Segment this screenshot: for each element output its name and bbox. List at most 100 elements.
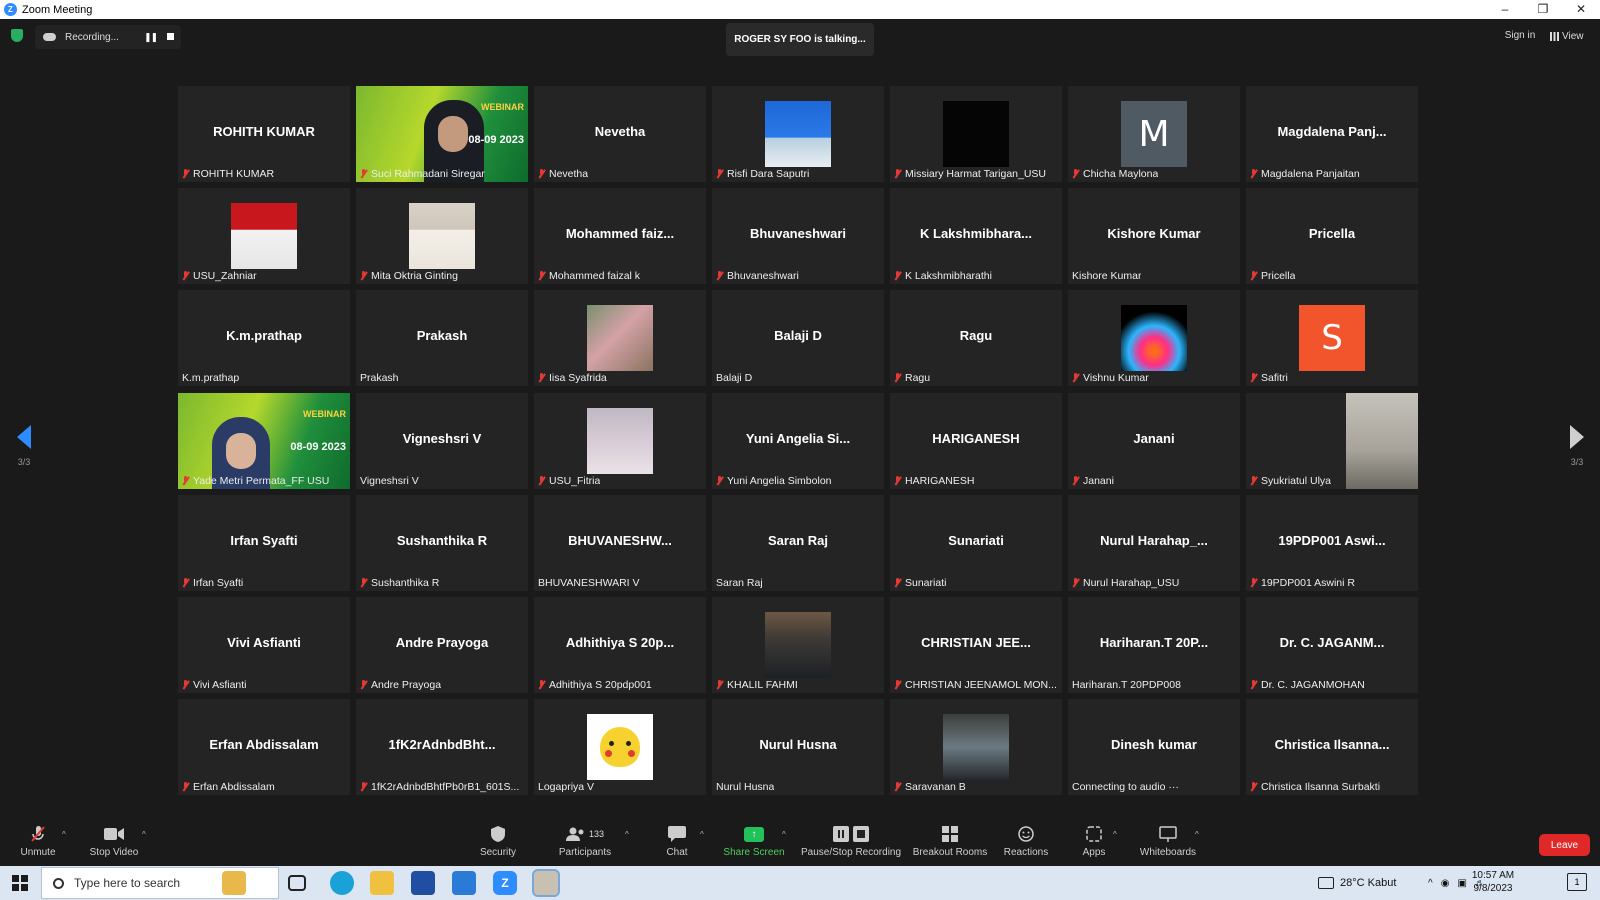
breakout-rooms-button[interactable]: Breakout Rooms xyxy=(913,824,987,864)
unmute-button[interactable]: Unmute xyxy=(18,824,58,864)
mail-icon[interactable] xyxy=(452,871,476,895)
previous-page-button[interactable]: 3/3 xyxy=(9,425,39,475)
reactions-button[interactable]: Reactions xyxy=(1004,824,1048,864)
restore-icon[interactable]: ❐ xyxy=(1524,0,1562,19)
participant-name-label: USU_Fitria xyxy=(538,474,600,487)
share-screen-button[interactable]: ↑ Share Screen xyxy=(723,824,785,864)
participant-tile[interactable]: Nurul Husna Nurul Husna xyxy=(712,699,884,795)
participant-tile[interactable]: Nevetha Nevetha xyxy=(534,86,706,182)
participant-tile[interactable]: Vivi Asfianti Vivi Asfianti xyxy=(178,597,350,693)
apps-options-caret[interactable]: ^ xyxy=(1113,830,1117,839)
participant-tile[interactable]: Erfan Abdissalam Erfan Abdissalam xyxy=(178,699,350,795)
participant-tile[interactable]: Ragu Ragu xyxy=(890,290,1062,386)
participant-tile[interactable]: Dinesh kumar Connecting to audio ··· xyxy=(1068,699,1240,795)
participant-tile[interactable]: Syukriatul Ulya xyxy=(1246,393,1418,489)
participant-tile[interactable]: Janani Janani xyxy=(1068,393,1240,489)
participant-tile[interactable]: Sunariati Sunariati xyxy=(890,495,1062,591)
muted-mic-icon xyxy=(716,168,723,179)
participant-name-label: Mita Oktria Ginting xyxy=(360,269,458,282)
participants-options-caret[interactable]: ^ xyxy=(625,830,629,839)
participant-tile[interactable]: USU_Fitria xyxy=(534,393,706,489)
participant-tile[interactable]: Logapriya V xyxy=(534,699,706,795)
participant-tile[interactable]: HARIGANESH HARIGANESH xyxy=(890,393,1062,489)
participant-tile[interactable]: USU_Zahniar xyxy=(178,188,350,284)
share-options-caret[interactable]: ^ xyxy=(782,830,786,839)
pause-recording-icon[interactable]: ❚❚ xyxy=(144,32,158,43)
microsoft-store-icon[interactable] xyxy=(411,871,435,895)
search-highlight-icon[interactable] xyxy=(222,871,246,895)
participant-tile[interactable]: ROHITH KUMAR ROHITH KUMAR xyxy=(178,86,350,182)
task-view-icon[interactable] xyxy=(288,875,306,891)
whiteboards-button[interactable]: Whiteboards xyxy=(1138,824,1198,864)
sign-in-link[interactable]: Sign in xyxy=(1497,28,1543,44)
participant-tile[interactable]: Mohammed faiz... Mohammed faizal k xyxy=(534,188,706,284)
participant-tile[interactable]: S Safitri xyxy=(1246,290,1418,386)
video-options-caret[interactable]: ^ xyxy=(142,830,146,839)
chat-label: Chat xyxy=(666,847,688,858)
weather-widget[interactable]: 28°C Kabut xyxy=(1318,866,1396,900)
security-button[interactable]: Security xyxy=(478,824,518,864)
participant-tile[interactable]: Balaji D Balaji D xyxy=(712,290,884,386)
participant-avatar xyxy=(409,203,475,269)
stop-video-button[interactable]: Stop Video xyxy=(88,824,140,864)
participant-tile[interactable]: Missiary Harmat Tarigan_USU xyxy=(890,86,1062,182)
participant-tile[interactable]: K.m.prathap K.m.prathap xyxy=(178,290,350,386)
participant-tile[interactable]: K Lakshmibhara... K Lakshmibharathi xyxy=(890,188,1062,284)
participant-tile[interactable]: Adhithiya S 20p... Adhithiya S 20pdp001 xyxy=(534,597,706,693)
participant-tile[interactable]: Dr. C. JAGANM... Dr. C. JAGANMOHAN xyxy=(1246,597,1418,693)
whiteboards-options-caret[interactable]: ^ xyxy=(1195,830,1199,839)
leave-button[interactable]: Leave xyxy=(1539,834,1590,856)
participant-tile[interactable]: Prakash Prakash xyxy=(356,290,528,386)
participant-tile[interactable]: Mita Oktria Ginting xyxy=(356,188,528,284)
chat-button[interactable]: Chat xyxy=(662,824,692,864)
audio-options-caret[interactable]: ^ xyxy=(62,830,66,839)
participant-tile[interactable]: Vishnu Kumar xyxy=(1068,290,1240,386)
participant-tile[interactable]: Saravanan B xyxy=(890,699,1062,795)
participant-tile[interactable]: Irfan Syafti Irfan Syafti xyxy=(178,495,350,591)
participant-tile[interactable]: 19PDP001 Aswi... 19PDP001 Aswini R xyxy=(1246,495,1418,591)
apps-button[interactable]: Apps xyxy=(1080,824,1108,864)
close-icon[interactable]: ✕ xyxy=(1562,0,1600,19)
participant-tile[interactable]: Kishore Kumar Kishore Kumar xyxy=(1068,188,1240,284)
view-button[interactable]: View xyxy=(1550,28,1592,44)
participant-tile[interactable]: 1fK2rAdnbdBht... 1fK2rAdnbdBhtfPb0rB1_601… xyxy=(356,699,528,795)
participant-tile[interactable]: Pricella Pricella xyxy=(1246,188,1418,284)
participant-display-name: CHRISTIAN JEE... xyxy=(921,635,1031,650)
active-window-icon[interactable] xyxy=(532,869,560,897)
participant-tile[interactable]: Christica Ilsanna... Christica Ilsanna Su… xyxy=(1246,699,1418,795)
participants-button[interactable]: 133 Participants xyxy=(558,824,612,864)
security-shield-icon[interactable] xyxy=(11,29,23,42)
edge-browser-icon[interactable] xyxy=(330,871,354,895)
participant-tile[interactable]: Saran Raj Saran Raj xyxy=(712,495,884,591)
participant-tile[interactable]: KHALIL FAHMI xyxy=(712,597,884,693)
participant-tile[interactable]: CHRISTIAN JEE... CHRISTIAN JEENAMOL MON..… xyxy=(890,597,1062,693)
participant-tile[interactable]: Vigneshsri V Vigneshsri V xyxy=(356,393,528,489)
notification-center-icon[interactable]: 1 xyxy=(1567,873,1587,891)
camera-tray-icon[interactable]: ◉ xyxy=(1441,878,1450,889)
zoom-taskbar-icon[interactable]: Z xyxy=(493,871,517,895)
windows-start-icon[interactable] xyxy=(12,875,28,891)
participant-tile[interactable]: Risfi Dara Saputri xyxy=(712,86,884,182)
minimize-icon[interactable]: – xyxy=(1486,0,1524,19)
participant-tile[interactable]: Hariharan.T 20P... Hariharan.T 20PDP008 xyxy=(1068,597,1240,693)
file-explorer-icon[interactable] xyxy=(370,871,394,895)
participant-tile[interactable]: M Chicha Maylona xyxy=(1068,86,1240,182)
next-page-button[interactable]: 3/3 xyxy=(1562,425,1592,475)
chat-options-caret[interactable]: ^ xyxy=(700,830,704,839)
participant-tile[interactable]: Iisa Syafrida xyxy=(534,290,706,386)
tray-overflow-icon[interactable]: ^ xyxy=(1428,878,1433,889)
participant-tile[interactable]: BHUVANESHW... BHUVANESHWARI V xyxy=(534,495,706,591)
participant-tile[interactable]: Sushanthika R Sushanthika R xyxy=(356,495,528,591)
webinar-date-text: 08-09 2023 xyxy=(290,441,346,453)
shield-icon xyxy=(491,824,505,844)
participant-tile[interactable]: WEBINAR 08-09 2023 Yade Metri Permata_FF U… xyxy=(178,393,350,489)
participant-tile[interactable]: Nurul Harahap_... Nurul Harahap_USU xyxy=(1068,495,1240,591)
participant-tile[interactable]: Yuni Angelia Si... Yuni Angelia Simbolon xyxy=(712,393,884,489)
participant-tile[interactable]: Bhuvaneshwari Bhuvaneshwari xyxy=(712,188,884,284)
participant-tile[interactable]: WEBINAR 08-09 2023 Suci Rahmadani Siregar xyxy=(356,86,528,182)
stop-recording-icon[interactable] xyxy=(167,33,174,40)
pause-stop-recording-button[interactable]: Pause/Stop Recording xyxy=(801,824,901,864)
taskbar-clock[interactable]: 10:57 AM 9/8/2023 xyxy=(1463,869,1523,895)
participant-tile[interactable]: Andre Prayoga Andre Prayoga xyxy=(356,597,528,693)
participant-tile[interactable]: Magdalena Panj... Magdalena Panjaitan xyxy=(1246,86,1418,182)
